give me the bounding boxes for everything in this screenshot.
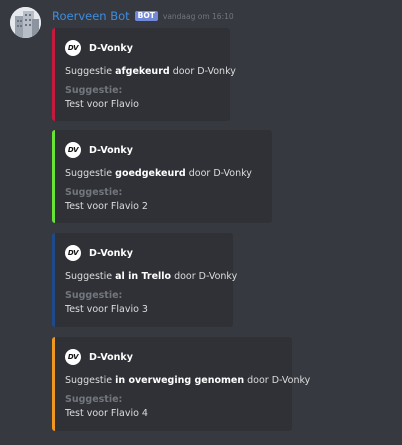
embed-author: DV D-Vonky [65, 245, 133, 261]
author-icon: DV [65, 245, 81, 261]
author-name: D-Vonky [89, 42, 133, 54]
status-text: afgekeurd [115, 66, 170, 77]
embed-description: Suggestie al in Trello door D-Vonky [65, 271, 238, 282]
embed-card: DV D-Vonky Suggestie goedgekeurd door D-… [52, 130, 272, 223]
username[interactable]: Roerveen Bot [52, 9, 130, 23]
embed-author: DV D-Vonky [65, 40, 133, 56]
embed-description: Suggestie afgekeurd door D-Vonky [65, 66, 236, 77]
bot-badge: BOT [134, 11, 158, 21]
message-header: Roerveen Bot BOT vandaag om 16:10 [52, 8, 234, 24]
embed-card: DV D-Vonky Suggestie in overweging genom… [52, 337, 310, 431]
field-value: Test voor Flavio 4 [65, 408, 148, 419]
author-icon: DV [65, 349, 81, 365]
embed-card: DV D-Vonky Suggestie al in Trello door D… [52, 233, 237, 327]
author-name: D-Vonky [89, 351, 133, 363]
chat-message: Roerveen Bot BOT vandaag om 16:10 DV D-V… [0, 0, 402, 445]
timestamp: vandaag om 16:10 [162, 11, 234, 21]
field-name: Suggestie: [65, 85, 123, 96]
embed-card: DV D-Vonky Suggestie afgekeurd door D-Vo… [52, 28, 236, 121]
author-icon: DV [65, 40, 81, 56]
field-value: Test voor Flavio 2 [65, 201, 148, 212]
status-text: in overweging genomen [115, 375, 245, 386]
embed-description: Suggestie in overweging genomen door D-V… [65, 375, 311, 386]
field-name: Suggestie: [65, 187, 123, 198]
status-text: goedgekeurd [115, 168, 186, 179]
embed-description: Suggestie goedgekeurd door D-Vonky [65, 168, 252, 179]
author-icon: DV [65, 142, 81, 158]
author-name: D-Vonky [89, 247, 133, 259]
status-text: al in Trello [115, 271, 172, 282]
field-value: Test voor Flavio 3 [65, 304, 148, 315]
field-name: Suggestie: [65, 290, 123, 301]
bot-avatar[interactable] [10, 7, 41, 38]
author-name: D-Vonky [89, 144, 133, 156]
embed-author: DV D-Vonky [65, 349, 133, 365]
building-icon [10, 7, 41, 38]
field-name: Suggestie: [65, 394, 123, 405]
embed-author: DV D-Vonky [65, 142, 133, 158]
field-value: Test voor Flavio [65, 99, 139, 110]
